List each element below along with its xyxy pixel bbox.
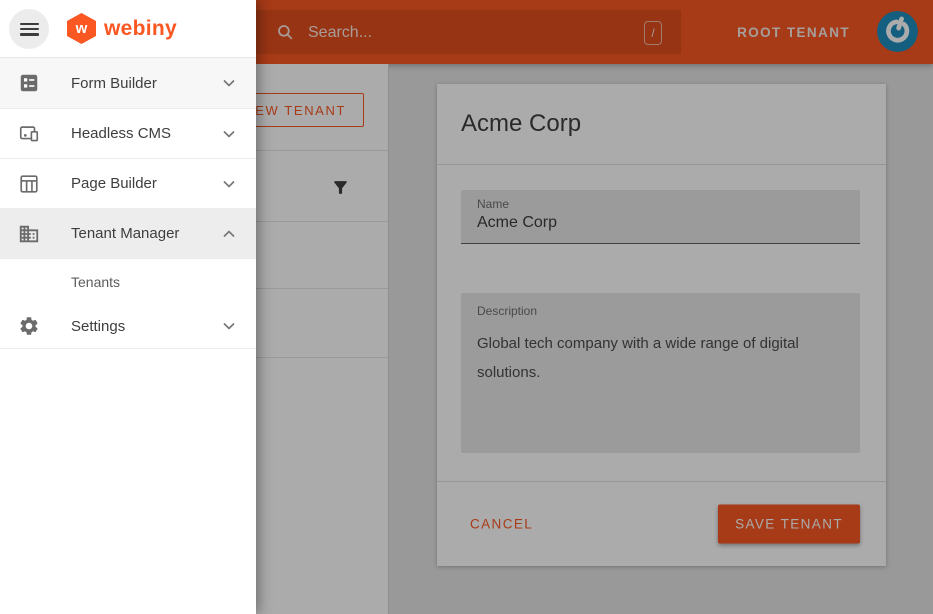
chevron-down-icon [219,316,239,336]
sidebar-item-headless-cms[interactable]: Headless CMS [0,109,256,159]
webiny-logo[interactable]: w webiny [67,0,177,57]
hamburger-icon [20,23,39,36]
sidebar-item-settings[interactable]: Settings [0,304,256,349]
webiny-logo-badge: w [67,13,96,44]
navigation-drawer: w webiny Form Builder [0,0,256,614]
form-builder-icon [17,71,41,95]
sidebar-item-label: Settings [71,318,125,335]
sidebar-item-label: Tenant Manager [71,225,179,242]
sidebar-item-tenant-manager[interactable]: Tenant Manager [0,209,256,259]
sidebar-item-label: Form Builder [71,75,157,92]
headless-cms-icon [17,122,41,146]
menu-toggle-button[interactable] [9,9,49,49]
sidebar-item-label: Headless CMS [71,125,171,142]
chevron-down-icon [219,174,239,194]
chevron-up-icon [219,224,239,244]
sidebar-item-form-builder[interactable]: Form Builder [0,58,256,109]
chevron-down-icon [219,73,239,93]
page-builder-icon [17,172,41,196]
settings-icon [17,314,41,338]
drawer-header: w webiny [0,0,256,58]
sidebar-subitem-label: Tenants [71,274,120,290]
sidebar-subitem-tenants[interactable]: Tenants [0,259,256,304]
chevron-down-icon [219,124,239,144]
sidebar-item-page-builder[interactable]: Page Builder [0,159,256,209]
tenant-manager-icon [17,222,41,246]
sidebar-item-label: Page Builder [71,175,157,192]
webiny-admin-window: / ROOT TENANT NEW TENANT Acme Corp Name [0,0,933,614]
webiny-logo-text: webiny [104,17,177,41]
